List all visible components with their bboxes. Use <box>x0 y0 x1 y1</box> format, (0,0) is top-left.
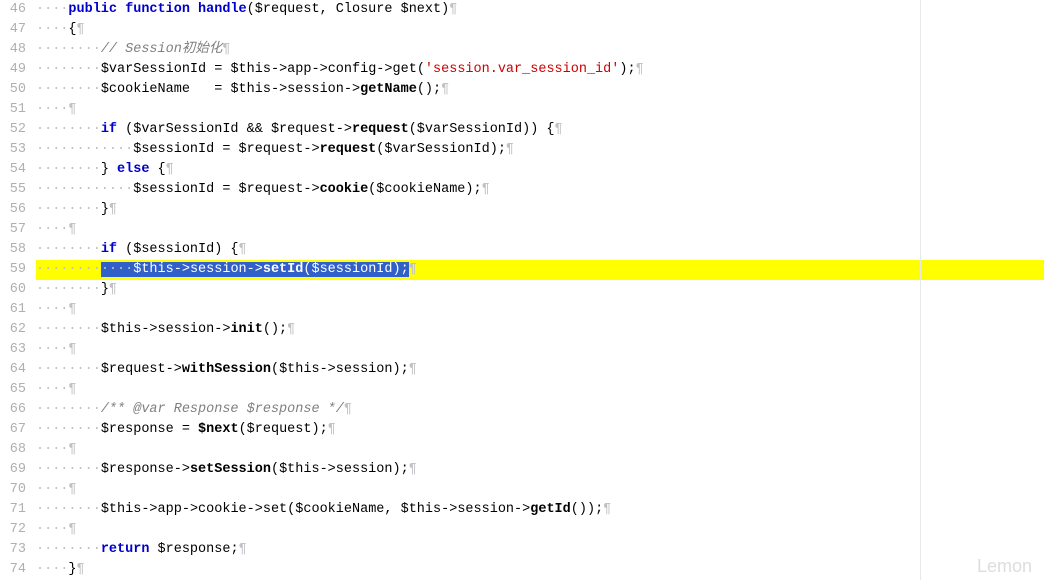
line-number: 65 <box>4 380 26 400</box>
code-line[interactable]: ········if ($varSessionId && $request->r… <box>36 120 1044 140</box>
code-line[interactable]: ········$varSessionId = $this->app->conf… <box>36 60 1044 80</box>
code-line[interactable]: ····¶ <box>36 340 1044 360</box>
code-line[interactable]: ········$this->session->init();¶ <box>36 320 1044 340</box>
code-line[interactable]: ········return $response;¶ <box>36 540 1044 560</box>
code-line[interactable]: ····{¶ <box>36 20 1044 40</box>
line-number: 74 <box>4 560 26 580</box>
line-number: 66 <box>4 400 26 420</box>
code-line[interactable]: ····¶ <box>36 300 1044 320</box>
code-line[interactable]: ····¶ <box>36 100 1044 120</box>
line-number-gutter: 46 47 48 49 50 51 52 53 54 55 56 57 58 5… <box>0 0 34 580</box>
code-line[interactable]: ····public function handle($request, Clo… <box>36 0 1044 20</box>
code-line[interactable]: ············$sessionId = $request->reque… <box>36 140 1044 160</box>
line-number: 71 <box>4 500 26 520</box>
line-number: 50 <box>4 80 26 100</box>
code-line[interactable]: ········} else {¶ <box>36 160 1044 180</box>
code-line[interactable]: ····¶ <box>36 220 1044 240</box>
line-number: 46 <box>4 0 26 20</box>
line-number: 62 <box>4 320 26 340</box>
line-number: 64 <box>4 360 26 380</box>
code-line[interactable]: ········}¶ <box>36 200 1044 220</box>
code-line[interactable]: ········$response = $next($request);¶ <box>36 420 1044 440</box>
line-number: 60 <box>4 280 26 300</box>
line-number: 56 <box>4 200 26 220</box>
code-line[interactable]: ········$request->withSession($this->ses… <box>36 360 1044 380</box>
code-line[interactable]: ····¶ <box>36 440 1044 460</box>
code-line[interactable]: ····¶ <box>36 480 1044 500</box>
code-line[interactable]: ········if ($sessionId) {¶ <box>36 240 1044 260</box>
line-number: 61 <box>4 300 26 320</box>
code-line-highlighted[interactable]: ············$this->session->setId($sessi… <box>36 260 1044 280</box>
code-content[interactable]: ····public function handle($request, Clo… <box>34 0 1044 580</box>
code-editor: 46 47 48 49 50 51 52 53 54 55 56 57 58 5… <box>0 0 1044 580</box>
line-number: 73 <box>4 540 26 560</box>
line-number: 68 <box>4 440 26 460</box>
line-number: 58 <box>4 240 26 260</box>
code-line[interactable]: ········$cookieName = $this->session->ge… <box>36 80 1044 100</box>
code-line[interactable]: ····¶ <box>36 520 1044 540</box>
line-number: 54 <box>4 160 26 180</box>
code-line[interactable]: ····}¶ <box>36 560 1044 580</box>
code-line[interactable]: ········$this->app->cookie->set($cookieN… <box>36 500 1044 520</box>
code-line[interactable]: ············$sessionId = $request->cooki… <box>36 180 1044 200</box>
line-number: 63 <box>4 340 26 360</box>
code-line[interactable]: ········/** @var Response $response */¶ <box>36 400 1044 420</box>
line-number: 53 <box>4 140 26 160</box>
line-number: 47 <box>4 20 26 40</box>
line-number: 72 <box>4 520 26 540</box>
selection: ····$this->session->setId($sessionId); <box>101 262 409 277</box>
line-number: 48 <box>4 40 26 60</box>
line-number: 59 <box>4 260 26 280</box>
code-line[interactable]: ····¶ <box>36 380 1044 400</box>
print-margin <box>920 0 921 580</box>
line-number: 49 <box>4 60 26 80</box>
line-number: 69 <box>4 460 26 480</box>
line-number: 57 <box>4 220 26 240</box>
code-line[interactable]: ········// Session初始化¶ <box>36 40 1044 60</box>
code-line[interactable]: ········}¶ <box>36 280 1044 300</box>
line-number: 70 <box>4 480 26 500</box>
line-number: 55 <box>4 180 26 200</box>
code-line[interactable]: ········$response->setSession($this->ses… <box>36 460 1044 480</box>
line-number: 52 <box>4 120 26 140</box>
line-number: 51 <box>4 100 26 120</box>
line-number: 67 <box>4 420 26 440</box>
